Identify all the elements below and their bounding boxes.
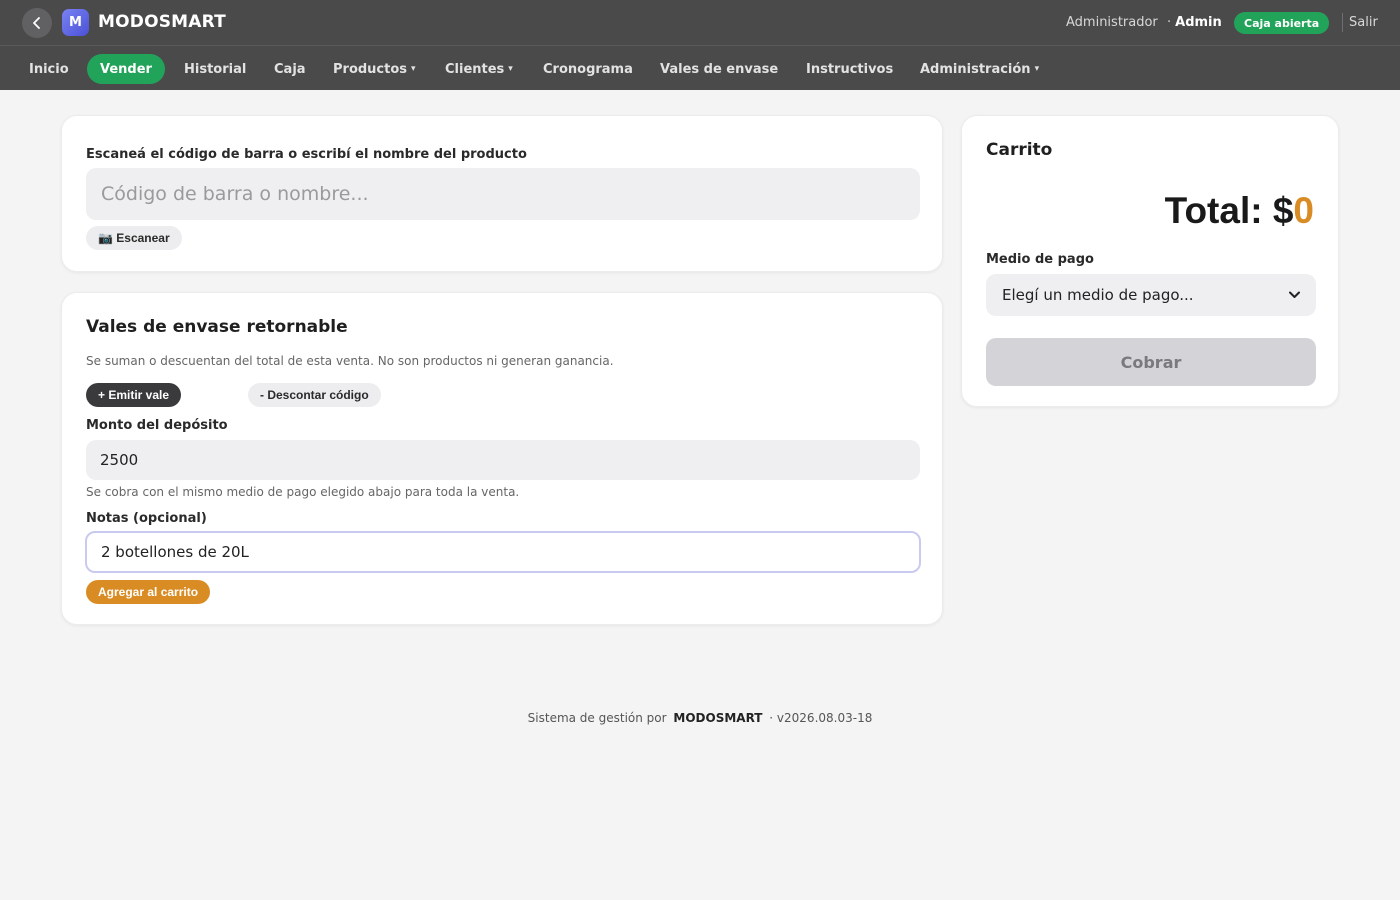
nav-historial[interactable]: Historial bbox=[184, 54, 246, 84]
main-nav: Inicio Vender Historial Caja Productos ▾ … bbox=[0, 45, 1400, 90]
nav-productos[interactable]: Productos ▾ bbox=[333, 54, 416, 84]
separator-dot: · bbox=[1167, 15, 1172, 30]
payment-method-select[interactable]: Elegí un medio de pago... bbox=[986, 274, 1316, 316]
nav-vales[interactable]: Vales de envase bbox=[660, 54, 778, 84]
total-label: Total: $ bbox=[1164, 190, 1294, 231]
footer-prefix: Sistema de gestión por bbox=[527, 711, 667, 725]
cart-title: Carrito bbox=[986, 140, 1053, 160]
nav-clientes-label: Clientes bbox=[445, 61, 505, 77]
scan-button[interactable]: 📷 Escanear bbox=[86, 226, 182, 250]
footer-version: · v2026.08.03-18 bbox=[769, 711, 873, 725]
divider bbox=[1342, 13, 1343, 32]
deposit-help: Se cobra con el mismo medio de pago eleg… bbox=[86, 485, 520, 499]
deposit-amount-input[interactable] bbox=[86, 440, 920, 480]
caja-status-badge: Caja abierta bbox=[1234, 12, 1330, 34]
cart-total: Total: $0 bbox=[1165, 190, 1314, 232]
app-logo: M bbox=[62, 9, 89, 36]
user-name: · Admin bbox=[1167, 15, 1222, 30]
user-name-text: Admin bbox=[1175, 15, 1222, 30]
app-brand: MODOSMART bbox=[98, 12, 226, 32]
top-bar: M MODOSMART Administrador · Admin Caja ab… bbox=[0, 0, 1400, 45]
nav-vender[interactable]: Vender bbox=[87, 54, 165, 84]
notes-label: Notas (opcional) bbox=[86, 511, 207, 526]
deposit-label: Monto del depósito bbox=[86, 418, 228, 433]
charge-button[interactable]: Cobrar bbox=[986, 338, 1316, 386]
add-to-cart-button[interactable]: Agregar al carrito bbox=[86, 580, 211, 604]
nav-administracion-label: Administración bbox=[920, 61, 1031, 77]
footer: Sistema de gestión por MODOSMART · v2026… bbox=[0, 711, 1400, 725]
vales-card: Vales de envase retornable Se suman o de… bbox=[61, 292, 943, 625]
nav-clientes[interactable]: Clientes ▾ bbox=[445, 54, 513, 84]
scan-card: Escaneá el código de barra o escribí el … bbox=[61, 115, 943, 272]
cart-card: Carrito Total: $0 Medio de pago Elegí un… bbox=[961, 115, 1339, 407]
product-search-input[interactable] bbox=[86, 168, 920, 220]
emit-vale-button[interactable]: + Emitir vale bbox=[86, 383, 182, 407]
discount-code-button[interactable]: - Descontar código bbox=[248, 383, 381, 407]
nav-caja[interactable]: Caja bbox=[274, 54, 306, 84]
notes-input[interactable] bbox=[85, 531, 921, 573]
nav-administracion[interactable]: Administración ▾ bbox=[920, 54, 1039, 84]
footer-brand: MODOSMART bbox=[673, 711, 763, 725]
vales-title: Vales de envase retornable bbox=[86, 317, 348, 337]
nav-productos-label: Productos bbox=[333, 61, 408, 77]
nav-instructivos[interactable]: Instructivos bbox=[806, 54, 893, 84]
payment-select-value: Elegí un medio de pago... bbox=[1002, 286, 1194, 304]
total-value: 0 bbox=[1293, 190, 1314, 231]
vales-description: Se suman o descuentan del total de esta … bbox=[86, 354, 614, 368]
back-button[interactable] bbox=[22, 8, 52, 38]
user-role: Administrador bbox=[1066, 15, 1158, 30]
scan-label: Escaneá el código de barra o escribí el … bbox=[86, 147, 527, 162]
nav-inicio[interactable]: Inicio bbox=[29, 54, 69, 84]
logout-link[interactable]: Salir bbox=[1349, 15, 1378, 30]
chevron-down-icon: ▾ bbox=[508, 64, 513, 74]
payment-label: Medio de pago bbox=[986, 252, 1094, 267]
chevron-down-icon: ▾ bbox=[411, 64, 416, 74]
chevron-left-icon bbox=[33, 17, 40, 29]
chevron-down-icon bbox=[1289, 291, 1300, 298]
chevron-down-icon: ▾ bbox=[1034, 64, 1040, 74]
nav-cronograma[interactable]: Cronograma bbox=[543, 54, 633, 84]
